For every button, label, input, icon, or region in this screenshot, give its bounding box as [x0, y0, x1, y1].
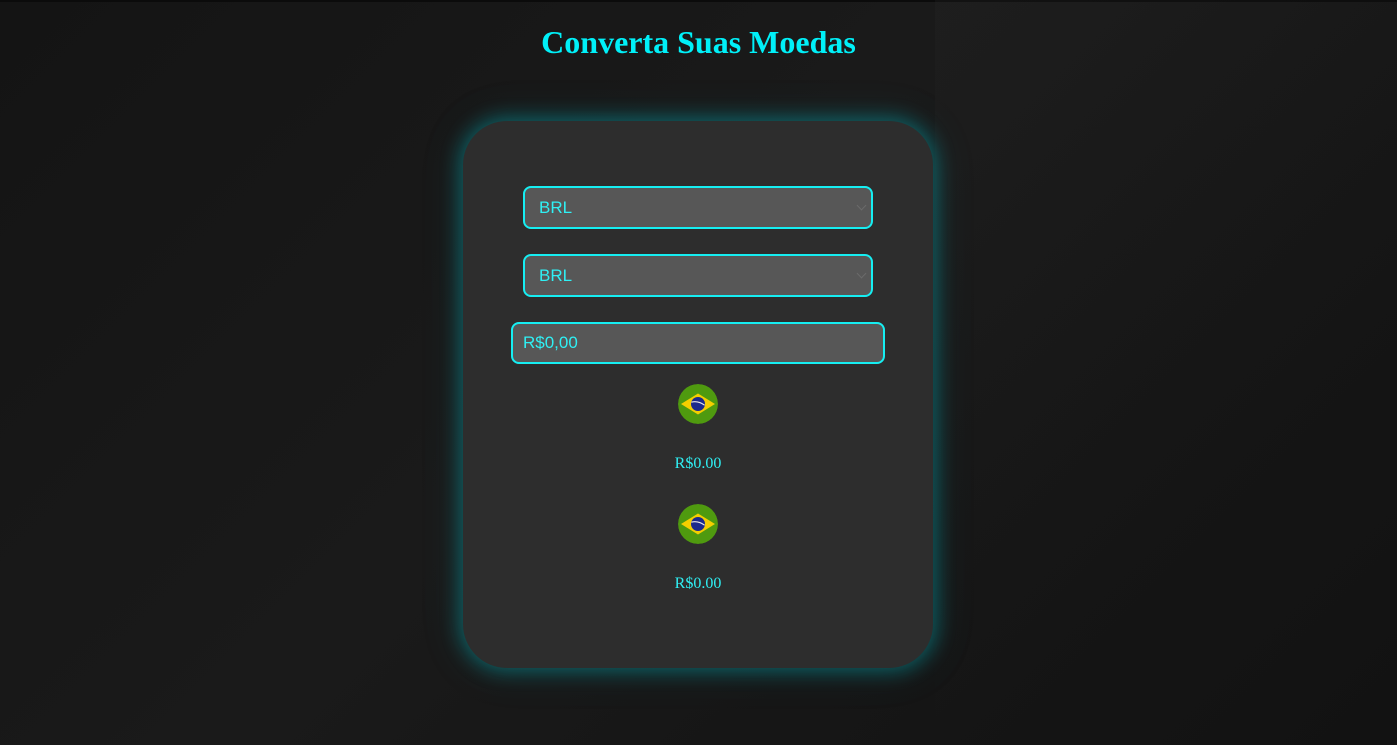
amount-input[interactable]: R$0,00: [511, 322, 885, 364]
to-currency-value: BRL: [539, 266, 573, 285]
amount-input-value: R$0,00: [523, 333, 578, 352]
brazil-flag-icon: [678, 384, 718, 424]
chevron-down-icon: [856, 200, 867, 211]
chevron-down-icon: [856, 268, 867, 279]
to-currency-select[interactable]: BRL: [523, 254, 873, 297]
result-from-value: R$0.00: [674, 455, 722, 472]
result-to-value: R$0.00: [674, 575, 722, 592]
brazil-flag-icon: [678, 504, 718, 544]
from-currency-select[interactable]: BRL: [523, 186, 873, 229]
top-divider: [0, 0, 1397, 2]
page-title: Converta Suas Moedas: [541, 24, 856, 60]
background-shade: [935, 0, 1397, 745]
from-currency-value: BRL: [539, 198, 573, 217]
converter-card: BRL BRL R$0,00 R$0.00 R$0.00: [463, 121, 933, 668]
